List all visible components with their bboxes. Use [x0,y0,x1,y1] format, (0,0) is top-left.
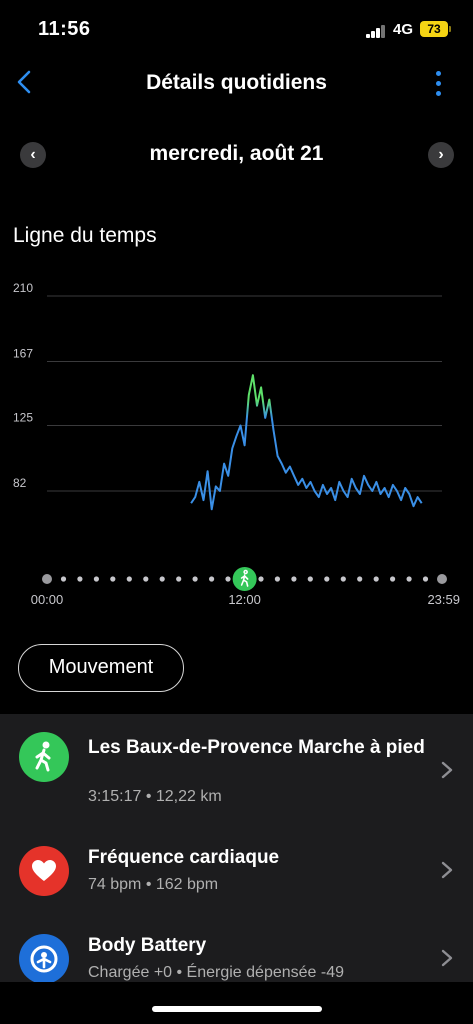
timeline-dot [209,576,215,582]
body-battery-subtitle: Chargée +0 • Énergie dépensée -49 [88,964,345,981]
x-tick-label: 00:00 [31,592,64,607]
heart-rate-title: Fréquence cardiaque [88,847,280,868]
current-date: mercredi, août 21 [149,142,324,165]
body-battery-icon [19,934,69,982]
heart-icon [19,846,69,896]
status-time: 11:56 [38,18,91,40]
timeline-dot [176,576,182,582]
chevron-right-icon [441,761,453,779]
timeline-dot [258,576,264,582]
walking-icon [19,732,69,782]
body-battery-title: Body Battery [88,935,207,956]
heart-rate-chart: 210 167 125 82 00:00 12:00 23:59 [13,281,460,607]
status-bar: 11:56 4G 73 [0,0,473,56]
timeline-dot [406,576,412,582]
timeline-dot [93,576,99,582]
timeline-dot [77,576,83,582]
timeline-dot [60,576,67,582]
timeline-dot [126,576,132,582]
timeline-dot [357,576,363,582]
timeline-dot [307,576,313,582]
x-tick-label: 23:59 [427,592,460,607]
walk-title: Les Baux-de-Provence Marche à pied [88,737,425,758]
list-item-heart-rate[interactable]: Fréquence cardiaque 74 bpm • 162 bpm [0,846,473,906]
timeline-dot [324,576,330,582]
heart-rate-line [190,374,423,511]
heart-rate-subtitle: 74 bpm • 162 bpm [88,876,219,893]
chevron-right-icon [441,949,453,967]
y-tick-label: 167 [13,347,33,361]
nav-header: Détails quotidiens [0,62,473,106]
signal-icon [366,24,388,38]
list-item-body-battery[interactable]: Body Battery Chargée +0 • Énergie dépens… [0,934,473,982]
date-navigator: ‹ mercredi, août 21 › [0,138,473,174]
walk-subtitle: 3:15:17 • 12,22 km [88,788,222,805]
timeline-dot [225,576,231,582]
battery-icon: 73 [420,21,451,37]
activity-marker[interactable] [232,567,257,591]
timeline-dot [42,574,52,584]
x-tick-label: 12:00 [228,592,261,607]
timeline-title: Ligne du temps [13,224,157,247]
list-item-walk[interactable]: Les Baux-de-Provence Marche à pied 3:15:… [0,732,473,832]
timeline-dot [291,576,297,582]
timeline-dot [390,576,396,582]
timeline-dot [340,576,346,582]
timeline-dot [274,576,280,582]
timeline-dot [110,576,116,582]
home-indicator [152,1006,322,1012]
timeline-dot [373,576,379,582]
y-tick-label: 210 [13,281,33,295]
more-vertical-icon [436,71,441,76]
network-type: 4G [393,21,414,38]
more-options-button[interactable] [428,68,448,100]
timeline-dot [159,576,165,582]
timeline-dot [422,576,429,582]
chevron-right-icon [441,861,453,879]
page-title: Détails quotidiens [146,71,327,94]
y-tick-label: 82 [13,476,27,490]
movement-filter-button[interactable]: Mouvement [18,644,184,692]
timeline-dot [192,576,198,582]
timeline-dot [437,574,447,584]
activity-list: Les Baux-de-Provence Marche à pied 3:15:… [0,714,473,982]
next-day-button[interactable]: › [428,142,454,168]
timeline-dot [143,576,149,582]
y-tick-label: 125 [13,410,33,424]
